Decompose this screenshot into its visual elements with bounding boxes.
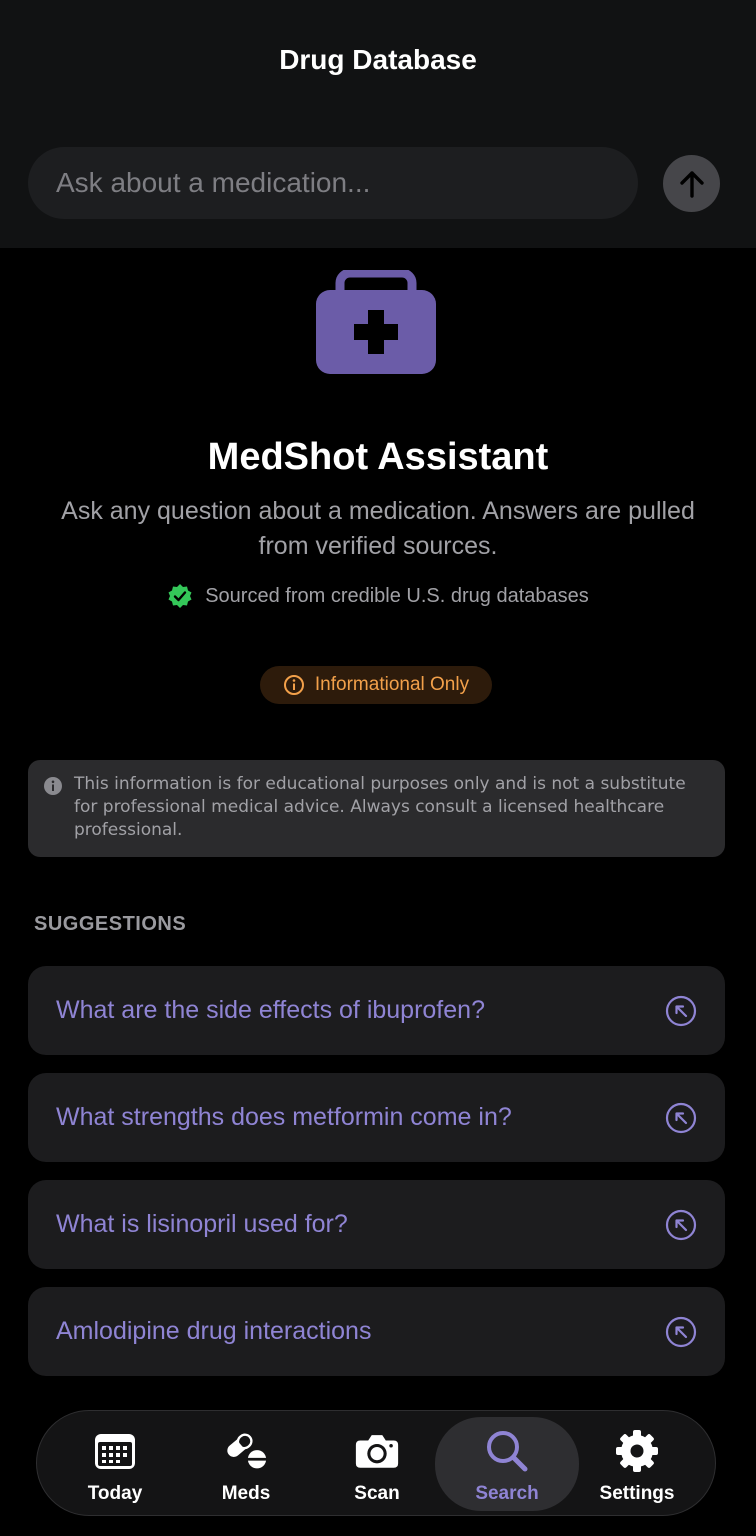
suggestion-item[interactable]: What are the side effects of ibuprofen?: [28, 966, 725, 1055]
info-icon: [44, 777, 62, 795]
disclaimer-box: This information is for educational purp…: [28, 760, 725, 857]
tab-label: Search: [475, 1483, 539, 1504]
calendar-icon: [95, 1434, 135, 1469]
tab-bar: Today Meds Scan Search Settings: [36, 1410, 716, 1516]
header: Drug Database: [0, 0, 756, 248]
suggestion-item[interactable]: What strengths does metformin come in?: [28, 1073, 725, 1162]
arrow-up-icon: [679, 170, 704, 198]
tab-today[interactable]: Today: [50, 1411, 180, 1515]
suggestion-item[interactable]: Amlodipine drug interactions: [28, 1287, 725, 1376]
suggestions-heading: SUGGESTIONS: [34, 913, 187, 935]
suggestion-text: Amlodipine drug interactions: [56, 1317, 372, 1345]
assistant-description: Ask any question about a medication. Ans…: [61, 497, 695, 560]
send-button[interactable]: [663, 155, 720, 212]
medical-kit-icon: [316, 270, 436, 374]
verified-badge-icon: [168, 584, 192, 608]
badge-label: Informational Only: [314, 674, 470, 695]
verified-source-row: Sourced from credible U.S. drug database…: [0, 583, 756, 609]
info-circle-icon: [283, 675, 304, 695]
tab-label: Today: [87, 1483, 143, 1504]
tab-settings[interactable]: Settings: [572, 1411, 702, 1515]
tab-scan[interactable]: Scan: [312, 1411, 442, 1515]
verified-source-text: Sourced from credible U.S. drug database…: [205, 584, 589, 607]
search-icon: [487, 1431, 528, 1472]
suggestion-text: What strengths does metformin come in?: [56, 1103, 512, 1131]
gear-icon: [616, 1430, 658, 1472]
camera-icon: [355, 1435, 399, 1468]
page-title: Drug Database: [279, 44, 477, 75]
tab-meds[interactable]: Meds: [181, 1411, 311, 1515]
arrow-up-left-circle-icon: [665, 1316, 697, 1347]
tab-label: Settings: [599, 1483, 675, 1504]
search-input[interactable]: [28, 147, 638, 219]
tab-search[interactable]: Search: [435, 1417, 579, 1511]
assistant-title: MedShot Assistant: [207, 436, 549, 478]
arrow-up-left-circle-icon: [665, 1102, 697, 1133]
informational-badge: Informational Only: [260, 666, 492, 704]
suggestion-item[interactable]: What is lisinopril used for?: [28, 1180, 725, 1269]
suggestion-text: What is lisinopril used for?: [56, 1210, 348, 1238]
arrow-up-left-circle-icon: [665, 1209, 697, 1240]
tab-label: Scan: [354, 1483, 400, 1504]
suggestion-text: What are the side effects of ibuprofen?: [56, 996, 485, 1024]
disclaimer-text: This information is for educational purp…: [74, 774, 686, 840]
tab-label: Meds: [221, 1483, 271, 1504]
arrow-up-left-circle-icon: [665, 995, 697, 1026]
pills-icon: [227, 1433, 268, 1469]
